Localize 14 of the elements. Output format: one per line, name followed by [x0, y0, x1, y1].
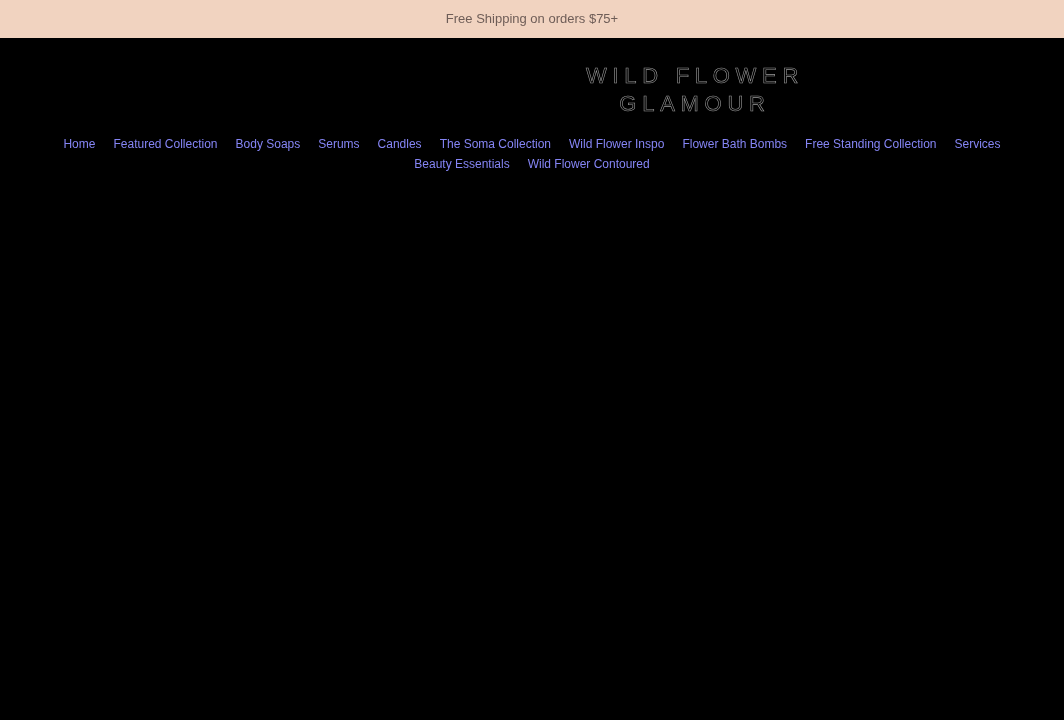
- nav-link[interactable]: Wild Flower Contoured: [527, 156, 650, 172]
- nav-link[interactable]: Home: [63, 136, 96, 152]
- nav-link[interactable]: Free Standing Collection: [805, 136, 937, 152]
- nav-link[interactable]: The Soma Collection: [439, 136, 551, 152]
- nav-link[interactable]: Serums: [318, 136, 360, 152]
- nav-link[interactable]: Featured Collection: [113, 136, 218, 152]
- nav-link[interactable]: Services: [954, 136, 1001, 152]
- nav-link[interactable]: Flower Bath Bombs: [682, 136, 788, 152]
- announcement-text: Free Shipping on orders $75+: [445, 10, 619, 29]
- store-logo[interactable]: WILD FLOWER GLAMOUR: [585, 62, 805, 118]
- nav-link[interactable]: Wild Flower Inspo: [569, 136, 665, 152]
- nav-link[interactable]: Candles: [377, 136, 422, 152]
- nav-link[interactable]: Beauty Essentials: [414, 156, 510, 172]
- nav-link[interactable]: Body Soaps: [235, 136, 301, 152]
